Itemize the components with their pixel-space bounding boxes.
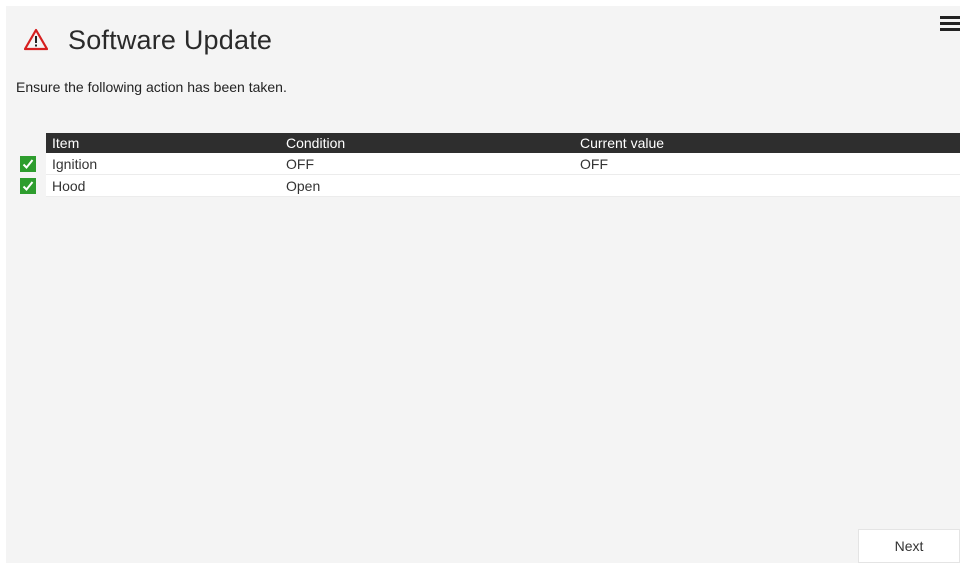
cell-current-value: OFF (580, 155, 608, 172)
checkmark-icon (20, 178, 36, 194)
cell-item: Hood (52, 177, 86, 194)
conditions-table: Item Condition Current value Ignition OF… (20, 133, 960, 197)
instruction-text: Ensure the following action has been tak… (16, 79, 287, 95)
column-header-item: Item (52, 135, 80, 151)
hamburger-menu-icon[interactable] (940, 16, 960, 32)
cell-item: Ignition (52, 155, 98, 172)
column-header-condition: Condition (286, 135, 346, 151)
column-header-current-value: Current value (580, 135, 665, 151)
page-title: Software Update (68, 24, 273, 55)
cell-condition: Open (286, 177, 321, 194)
table-row: Ignition OFF OFF (20, 153, 960, 175)
table-row: Hood Open (20, 175, 960, 197)
checkmark-icon (20, 156, 36, 172)
cell-condition: OFF (286, 155, 314, 172)
table-header: Item Condition Current value (46, 133, 960, 153)
title-bar: Software Update (23, 20, 273, 60)
software-update-screen: Software Update Ensure the following act… (6, 6, 960, 563)
warning-triangle-icon (23, 28, 49, 52)
next-button[interactable]: Next (858, 529, 960, 563)
